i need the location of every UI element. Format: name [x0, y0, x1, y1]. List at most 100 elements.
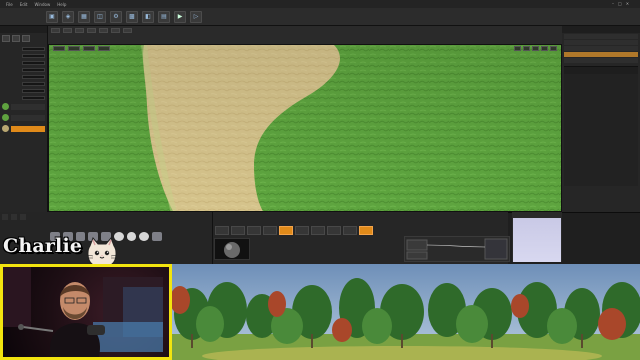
menu-item-window[interactable]: Window — [34, 2, 50, 7]
details-panel — [564, 66, 638, 186]
tool-button[interactable] — [123, 28, 132, 33]
save-button[interactable]: ▣ — [46, 10, 58, 23]
preview-viewport[interactable] — [512, 212, 562, 262]
snap-button[interactable] — [514, 46, 521, 51]
world-outliner-panel — [562, 26, 640, 212]
paint-layer-item[interactable] — [2, 102, 45, 111]
prop-field[interactable] — [22, 53, 45, 58]
material-graph[interactable] — [404, 236, 510, 262]
content-button[interactable]: ▦ — [78, 10, 90, 23]
outliner-row-selected[interactable] — [564, 52, 638, 57]
material-preview[interactable] — [214, 238, 250, 260]
marketplace-icon: ◫ — [97, 13, 103, 20]
prop-row — [2, 67, 45, 72]
manage-mode-icon[interactable] — [2, 35, 10, 42]
tool-row — [48, 26, 562, 35]
snap-button[interactable] — [523, 46, 530, 51]
tab[interactable] — [11, 214, 17, 220]
tool-button[interactable] — [343, 226, 357, 235]
paint-layer-item[interactable] — [2, 113, 45, 122]
tool-button[interactable] — [75, 28, 84, 33]
settings-button[interactable]: ⚙ — [110, 10, 122, 23]
live-update-button[interactable] — [359, 226, 373, 235]
source-control-icon: ◈ — [65, 13, 71, 20]
tool-button[interactable] — [51, 28, 60, 33]
perspective-button[interactable] — [68, 46, 80, 51]
prop-row — [2, 88, 45, 93]
level-viewport[interactable] — [48, 44, 562, 212]
tool-button[interactable] — [247, 226, 261, 235]
lit-button[interactable] — [83, 46, 95, 51]
prop-field[interactable] — [22, 74, 45, 79]
sculpt-mode-icon[interactable] — [12, 35, 20, 42]
webcam-feed — [0, 264, 172, 360]
minimize-icon[interactable]: – — [612, 1, 614, 6]
asset-tile[interactable] — [139, 232, 150, 241]
snap-button[interactable] — [541, 46, 548, 51]
outliner-row[interactable] — [564, 46, 638, 51]
menu-item-file[interactable]: File — [6, 2, 13, 7]
build-button[interactable]: ▤ — [158, 10, 170, 23]
asset-tile[interactable] — [152, 232, 163, 241]
menu-item-edit[interactable]: Edit — [20, 2, 28, 7]
tab[interactable] — [20, 214, 26, 220]
menu-item-help[interactable]: Help — [57, 2, 66, 7]
tool-button[interactable] — [295, 226, 309, 235]
prop-field[interactable] — [22, 60, 45, 65]
launch-button[interactable]: ▷ — [190, 10, 202, 23]
paint-mode-icon[interactable] — [22, 35, 30, 42]
save-icon: ▣ — [49, 13, 55, 20]
tool-button[interactable] — [231, 226, 245, 235]
snap-controls — [514, 46, 560, 51]
tab[interactable] — [2, 214, 8, 220]
blueprints-button[interactable]: ▩ — [126, 10, 138, 23]
tool-button[interactable] — [99, 28, 108, 33]
settings-icon: ⚙ — [113, 13, 119, 20]
cinematics-button[interactable]: ◧ — [142, 10, 154, 23]
paint-layer-item-selected[interactable] — [2, 124, 45, 133]
layer-thumbnail — [2, 125, 9, 132]
layer-name — [11, 125, 45, 132]
content-icon: ▦ — [81, 13, 87, 20]
tool-button[interactable] — [63, 28, 72, 33]
panel-title — [564, 67, 638, 74]
prop-field[interactable] — [22, 67, 45, 72]
window-controls: – □ ✕ — [612, 1, 629, 6]
prop-field[interactable] — [22, 88, 45, 93]
source-control-button[interactable]: ◈ — [62, 10, 74, 23]
graph-nodes — [406, 238, 508, 260]
prop-row — [2, 46, 45, 51]
prop-field[interactable] — [22, 95, 45, 100]
landscape-mode-panel — [0, 26, 48, 212]
prop-row — [2, 95, 45, 100]
tool-button[interactable] — [111, 28, 120, 33]
outliner-row[interactable] — [564, 34, 638, 39]
play-button[interactable]: ▶ — [174, 10, 186, 23]
tool-button[interactable] — [215, 226, 229, 235]
snap-button[interactable] — [550, 46, 557, 51]
tool-button[interactable] — [327, 226, 341, 235]
panel-title — [0, 26, 47, 33]
prop-row — [2, 53, 45, 58]
apply-button[interactable] — [279, 226, 293, 235]
close-icon[interactable]: ✕ — [626, 1, 629, 6]
forest-image — [172, 264, 640, 360]
tool-button[interactable] — [263, 226, 277, 235]
tool-button[interactable] — [311, 226, 325, 235]
maximize-icon[interactable]: □ — [618, 1, 622, 6]
preview-sphere — [224, 242, 240, 258]
panel-title — [562, 26, 640, 33]
show-button[interactable] — [98, 46, 110, 51]
marketplace-button[interactable]: ◫ — [94, 10, 106, 23]
outliner-row[interactable] — [564, 40, 638, 45]
tool-button[interactable] — [87, 28, 96, 33]
prop-row — [2, 60, 45, 65]
prop-field[interactable] — [22, 81, 45, 86]
outliner-row[interactable] — [564, 58, 638, 63]
snap-button[interactable] — [532, 46, 539, 51]
prop-field[interactable] — [22, 46, 45, 51]
layer-name — [11, 114, 45, 121]
viewport-menu-button[interactable] — [53, 46, 65, 51]
asset-tile[interactable] — [126, 232, 137, 241]
content-browser-tabs — [0, 212, 212, 222]
